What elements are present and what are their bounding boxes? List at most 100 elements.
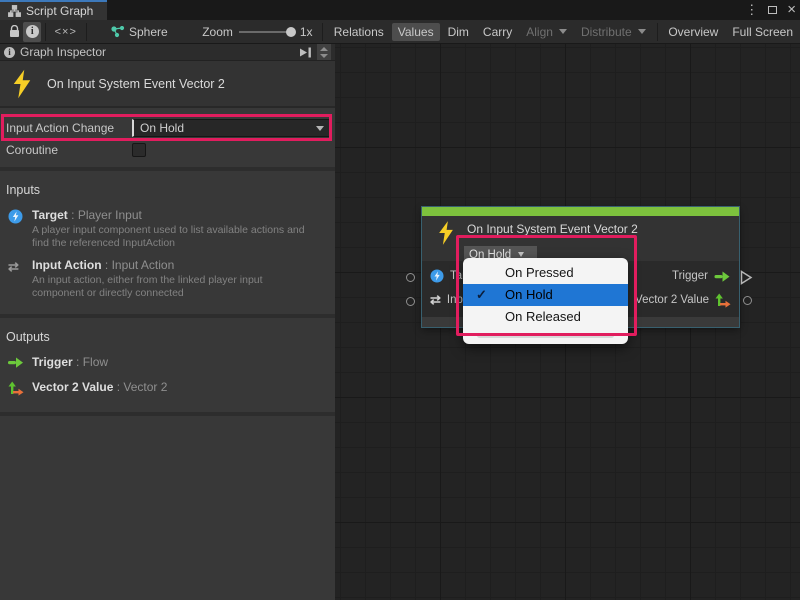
input-action-icon: ⇄ [8, 258, 24, 300]
outputs-header: Outputs [0, 328, 335, 352]
port-name: Vector 2 Value [32, 380, 113, 394]
graph-target-label: Sphere [129, 25, 168, 39]
arrow-up-icon [320, 47, 328, 51]
chevron-down-icon [518, 252, 524, 257]
sphere-graph-icon [111, 26, 125, 38]
port-type: Vector 2 [123, 380, 167, 394]
input-action-change-label: Input Action Change [6, 121, 132, 135]
port-description: An input action, either from the linked … [32, 274, 317, 300]
node-summary: On Input System Event Vector 2 [0, 61, 335, 108]
port-name: Target [32, 208, 68, 222]
carry-button[interactable]: Carry [477, 23, 518, 41]
coroutine-checkbox[interactable] [132, 143, 146, 157]
values-label: Values [398, 25, 434, 39]
graph-inspector-panel: i Graph Inspector On Input System Event … [0, 44, 335, 600]
colon: : [113, 380, 123, 394]
script-graph-icon [8, 5, 21, 17]
lightning-bolt-icon [10, 69, 34, 99]
graph-target-button[interactable]: Sphere [105, 23, 174, 41]
input-action-change-dropdown[interactable]: On Hold [132, 119, 331, 137]
colon: : [73, 355, 83, 369]
full-screen-label: Full Screen [732, 25, 793, 39]
relations-button[interactable]: Relations [328, 23, 390, 41]
check-icon: ✓ [476, 284, 487, 306]
zoom-slider-knob[interactable] [286, 27, 296, 37]
input-action-change-row: Input Action Change On Hold [0, 117, 335, 139]
code-icon: <×> [55, 26, 77, 38]
menu-scroll-hint [477, 333, 614, 338]
outputs-section: Outputs Trigger : Flow Vector 2 Value : … [0, 318, 335, 416]
node-output-vector2-label: Vector 2 Value [635, 294, 709, 306]
node-header[interactable]: On Input System Event Vector 2 On Hold [422, 216, 739, 261]
values-button[interactable]: Values [392, 23, 440, 41]
graph-toolbar: i <×> Sphere Zoom 1x Relations Values Di… [0, 20, 800, 44]
coroutine-row: Coroutine [0, 139, 335, 161]
output-port-trigger: Trigger : Flow [0, 352, 335, 377]
graph-canvas[interactable]: On Input System Event Vector 2 On Hold T… [335, 44, 800, 600]
lock-icon [9, 25, 20, 38]
zoom-slider[interactable] [239, 31, 294, 33]
distribute-label: Distribute [581, 25, 632, 39]
graph-inspector-header: i Graph Inspector [0, 44, 335, 61]
input-port-target: Target : Player Input A player input com… [0, 205, 335, 255]
chevron-down-icon [316, 126, 324, 131]
target-port-connector[interactable] [406, 273, 415, 282]
port-type: Player Input [78, 208, 142, 222]
dim-button[interactable]: Dim [442, 23, 475, 41]
flow-arrow-icon[interactable] [714, 270, 731, 283]
maximize-icon[interactable] [768, 6, 777, 14]
menu-item-on-hold[interactable]: ✓ On Hold [463, 284, 628, 306]
vector2-icon[interactable] [715, 293, 731, 308]
vector2-icon [8, 380, 24, 399]
full-screen-button[interactable]: Full Screen [726, 23, 799, 41]
close-icon[interactable]: × [787, 0, 796, 20]
menu-item-label: On Pressed [505, 265, 574, 280]
inputs-section: Inputs Target : Player Input A player in… [0, 171, 335, 318]
tab-label: Script Graph [26, 4, 93, 18]
node-properties: Input Action Change On Hold Coroutine [0, 108, 335, 171]
zoom-label: Zoom [202, 25, 233, 39]
unity-script-graph-window: Script Graph ⋮ × i <×> Sphere Zoom [0, 0, 800, 600]
coroutine-label: Coroutine [6, 143, 132, 157]
info-icon: i [26, 25, 39, 38]
inspector-toggle-button[interactable]: i [23, 22, 41, 42]
node-title-text: On Input System Event Vector 2 [47, 77, 225, 91]
align-label: Align [526, 25, 553, 39]
lock-button[interactable] [6, 22, 24, 42]
chevron-down-icon [559, 29, 567, 34]
align-button[interactable]: Align [520, 23, 573, 41]
flow-arrow-icon [8, 355, 24, 372]
port-description: A player input component used to list av… [32, 224, 317, 250]
colon: : [102, 258, 112, 272]
menu-item-on-pressed[interactable]: On Pressed [463, 262, 628, 284]
port-type: Input Action [112, 258, 175, 272]
tab-script-graph[interactable]: Script Graph [0, 0, 107, 20]
tab-bar: Script Graph ⋮ × [0, 0, 800, 20]
code-view-button[interactable]: <×> [50, 22, 82, 42]
port-name: Trigger [32, 355, 73, 369]
panel-scroll-arrows[interactable] [317, 44, 331, 60]
dock-panel-icon[interactable] [299, 47, 312, 58]
inputs-header: Inputs [0, 181, 335, 205]
distribute-button[interactable]: Distribute [575, 23, 652, 41]
action-dropdown-menu: On Pressed ✓ On Hold On Released [463, 258, 628, 344]
colon: : [68, 208, 78, 222]
menu-item-label: On Released [505, 309, 581, 324]
menu-item-on-released[interactable]: On Released [463, 306, 628, 328]
input-action-port-connector[interactable] [406, 297, 415, 306]
overview-button[interactable]: Overview [662, 23, 724, 41]
dim-label: Dim [448, 25, 469, 39]
node-output-trigger-label: Trigger [672, 270, 708, 282]
window-menu-icon[interactable]: ⋮ [745, 0, 758, 20]
trigger-flow-connector[interactable] [740, 270, 753, 285]
port-type: Flow [83, 355, 108, 369]
player-input-icon [8, 208, 24, 250]
vector2-port-connector[interactable] [743, 296, 752, 305]
window-controls: ⋮ × [745, 0, 796, 20]
overview-label: Overview [668, 25, 718, 39]
input-action-change-value: On Hold [140, 121, 184, 135]
menu-item-label: On Hold [505, 287, 553, 302]
graph-inspector-title: Graph Inspector [20, 45, 106, 59]
relations-label: Relations [334, 25, 384, 39]
player-input-icon [430, 269, 444, 283]
